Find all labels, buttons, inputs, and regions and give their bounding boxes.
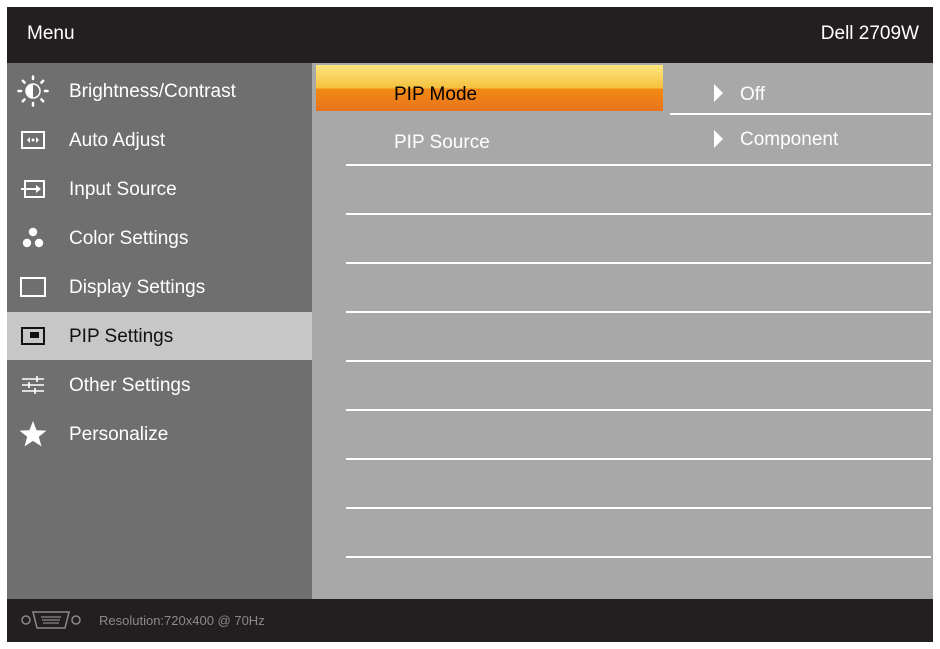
sidebar-item-color-settings[interactable]: Color Settings [7,214,312,262]
sidebar-item-other-settings[interactable]: Other Settings [7,361,312,409]
sidebar-item-label: Input Source [69,179,177,200]
sidebar-item-label: Auto Adjust [69,130,166,151]
divider [346,409,931,411]
sidebar-item-personalize[interactable]: Personalize [7,410,312,458]
sidebar-item-pip-settings[interactable]: PIP Settings [7,312,312,360]
divider [346,262,931,264]
osd-header: Menu Dell 2709W [7,7,933,63]
vga-connector-icon [21,611,81,629]
sidebar-item-display-settings[interactable]: Display Settings [7,263,312,311]
arrow-right-icon [714,130,723,148]
sidebar-item-auto-adjust[interactable]: Auto Adjust [7,116,312,164]
option-pip-source[interactable]: PIP Source [394,132,490,154]
selection-highlight [316,65,663,111]
divider [346,507,931,509]
brightness-icon [17,75,49,107]
divider [346,213,931,215]
sidebar-item-label: Color Settings [69,228,189,249]
sidebar-item-label: Personalize [69,424,169,445]
sidebar-item-label: Other Settings [69,375,191,396]
osd-menu: Menu Dell 2709W Brightness/Contrast Auto… [7,7,933,642]
sidebar: Brightness/Contrast Auto Adjust Input So… [7,63,312,599]
option-pip-mode-value[interactable]: Off [740,84,765,106]
sidebar-item-label: Display Settings [69,277,206,298]
pip-icon [21,327,45,345]
auto-adjust-icon [21,131,45,149]
input-source-icon [21,180,45,198]
sliders-icon [22,376,44,394]
resolution-status: Resolution:720x400 @ 70Hz [99,613,265,628]
sidebar-item-label: PIP Settings [69,326,174,347]
divider [346,556,931,558]
pip-settings-panel: PIP Mode Off PIP Source Component [312,63,933,599]
sidebar-item-label: Brightness/Contrast [69,81,236,102]
menu-title: Menu [27,23,75,44]
sidebar-item-input-source[interactable]: Input Source [7,165,312,213]
divider [346,360,931,362]
divider [346,311,931,313]
divider [670,113,931,115]
option-pip-source-value[interactable]: Component [740,129,838,151]
sidebar-item-brightness-contrast[interactable]: Brightness/Contrast [7,67,312,115]
divider [346,164,931,166]
display-settings-icon [20,277,46,297]
arrow-right-icon [714,84,723,102]
color-settings-icon [22,227,44,248]
divider [346,458,931,460]
monitor-model: Dell 2709W [820,23,919,44]
star-icon [19,421,47,447]
option-pip-mode[interactable]: PIP Mode [394,84,477,106]
osd-footer: Resolution:720x400 @ 70Hz [7,599,933,642]
